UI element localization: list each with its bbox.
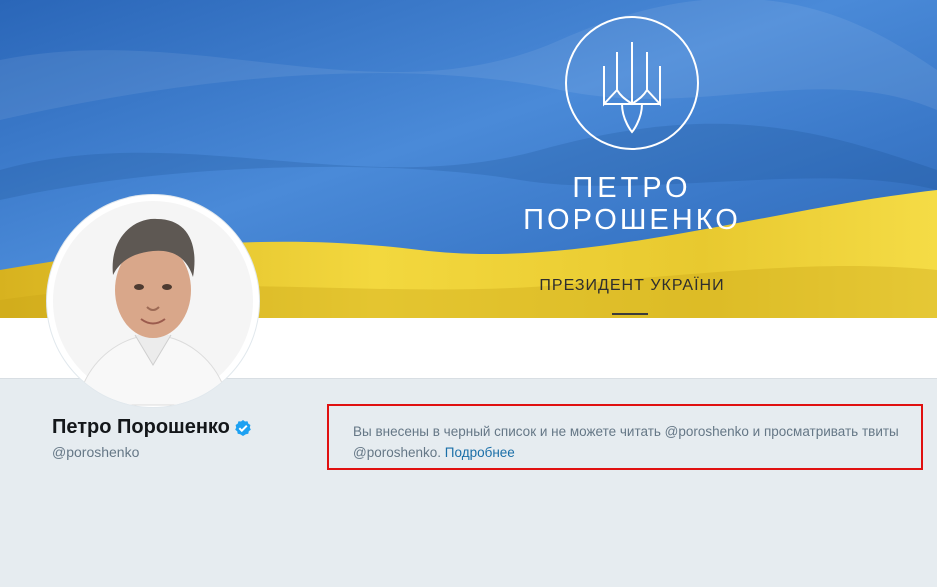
avatar-photo: [53, 201, 253, 406]
profile-display-name[interactable]: Петро Порошенко: [52, 416, 252, 439]
profile-avatar[interactable]: [47, 195, 259, 407]
blocked-notice-box: Вы внесены в черный список и не можете ч…: [327, 404, 923, 470]
learn-more-link[interactable]: Подробнее: [445, 445, 515, 460]
banner-name-line-2: ПОРОШЕНКО: [523, 204, 741, 236]
blocked-notice-text: Вы внесены в черный список и не можете ч…: [353, 421, 928, 463]
profile-handle[interactable]: @poroshenko: [52, 444, 139, 460]
banner-subtitle: ПРЕЗИДЕНТ УКРАЇНИ: [539, 277, 725, 294]
banner-name-line-1: ПЕТРО: [572, 172, 692, 204]
verified-badge-icon: [234, 419, 252, 437]
profile-display-name-text: Петро Порошенко: [52, 416, 230, 438]
blocked-notice-message: Вы внесены в черный список и не можете ч…: [353, 424, 899, 460]
